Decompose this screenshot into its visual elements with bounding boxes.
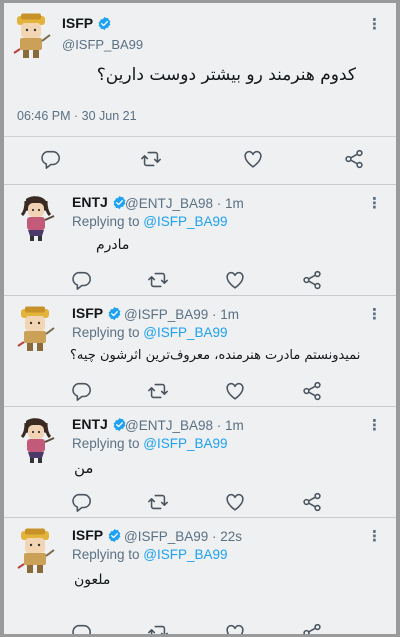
replying-to: Replying to @ISFP_BA99 [72, 325, 228, 340]
retweet-icon[interactable] [147, 491, 169, 513]
tweet-handle-time[interactable]: @ISFP_BA99 · 22s [124, 529, 242, 544]
avatar[interactable] [16, 528, 56, 574]
like-icon[interactable] [224, 269, 246, 291]
tweet-timestamp[interactable]: 06:46 PM · 30 Jun 21 [17, 109, 137, 123]
display-name[interactable]: ISFP [72, 305, 103, 321]
share-icon[interactable] [301, 380, 323, 402]
tweet-handle-time[interactable]: @ISFP_BA99 · 1m [124, 307, 239, 322]
tweet-author-name[interactable]: ENTJ [72, 194, 127, 210]
like-icon[interactable] [224, 380, 246, 402]
replying-to-handle-link[interactable]: @ISFP_BA99 [143, 214, 227, 229]
more-icon[interactable]: ⋮ [367, 529, 382, 544]
verified-icon [97, 16, 112, 31]
replying-to: Replying to @ISFP_BA99 [72, 214, 228, 229]
twitter-thread-screenshot: ISFP @ISFP_BA99 ⋮ کدوم هنرمند رو بیشتر د… [4, 3, 396, 634]
replying-to: Replying to @ISFP_BA99 [72, 436, 228, 451]
tweet-handle[interactable]: @ISFP_BA99 [62, 37, 143, 52]
avatar[interactable] [16, 417, 56, 463]
replying-to-label: Replying to [72, 325, 144, 340]
display-name[interactable]: ISFP [62, 15, 93, 31]
tweet-handle-time[interactable]: @ENTJ_BA98 · 1m [125, 418, 244, 433]
tweet-text: نمیدونستم مادرت هنرمنده، معروف‌ترین اثرش… [70, 348, 361, 363]
like-icon[interactable] [224, 491, 246, 513]
retweet-icon[interactable] [140, 148, 162, 170]
tweet-handle-time[interactable]: @ENTJ_BA98 · 1m [125, 196, 244, 211]
tweet-text: من [74, 459, 94, 477]
verified-icon [107, 528, 122, 543]
tweet-actions [4, 622, 396, 634]
tweet-text: مادرم [96, 237, 130, 253]
tweet-text: ملعون [74, 572, 111, 588]
display-name[interactable]: ENTJ [72, 194, 108, 210]
share-icon[interactable] [343, 148, 365, 170]
reply-tweet: ISFP @ISFP_BA99 · 22s ⋮ Replying to @ISF… [4, 518, 396, 634]
replying-to: Replying to @ISFP_BA99 [72, 547, 228, 562]
more-icon[interactable]: ⋮ [367, 418, 382, 433]
divider [4, 136, 396, 137]
tweet-author-name[interactable]: ISFP [72, 305, 122, 321]
avatar[interactable] [12, 13, 52, 59]
retweet-icon[interactable] [147, 622, 169, 634]
reply-tweet: ENTJ @ENTJ_BA98 · 1m ⋮ Replying to @ISFP… [4, 407, 396, 518]
reply-icon[interactable] [70, 380, 92, 402]
tweet-author-name[interactable]: ENTJ [72, 416, 127, 432]
tweet-actions [4, 148, 396, 172]
reply-icon[interactable] [39, 148, 61, 170]
like-icon[interactable] [224, 622, 246, 634]
replying-to-handle-link[interactable]: @ISFP_BA99 [143, 325, 227, 340]
tweet-text: کدوم هنرمند رو بیشتر دوست دارین؟ [96, 65, 356, 85]
tweet-author-name[interactable]: ISFP [62, 15, 112, 31]
reply-icon[interactable] [70, 491, 92, 513]
tweet-author-name[interactable]: ISFP [72, 527, 122, 543]
display-name[interactable]: ENTJ [72, 416, 108, 432]
replying-to-label: Replying to [72, 214, 144, 229]
retweet-icon[interactable] [147, 380, 169, 402]
like-icon[interactable] [242, 148, 264, 170]
reply-tweet: ENTJ @ENTJ_BA98 · 1m ⋮ Replying to @ISFP… [4, 185, 396, 296]
more-icon[interactable]: ⋮ [367, 307, 382, 322]
share-icon[interactable] [301, 622, 323, 634]
more-icon[interactable]: ⋮ [367, 196, 382, 211]
display-name[interactable]: ISFP [72, 527, 103, 543]
replying-to-handle-link[interactable]: @ISFP_BA99 [143, 436, 227, 451]
reply-icon[interactable] [70, 622, 92, 634]
tweet-actions [4, 269, 396, 293]
avatar[interactable] [16, 306, 56, 352]
reply-icon[interactable] [70, 269, 92, 291]
replying-to-handle-link[interactable]: @ISFP_BA99 [143, 547, 227, 562]
share-icon[interactable] [301, 269, 323, 291]
verified-icon [107, 306, 122, 321]
retweet-icon[interactable] [147, 269, 169, 291]
replying-to-label: Replying to [72, 436, 144, 451]
share-icon[interactable] [301, 491, 323, 513]
more-icon[interactable]: ⋮ [367, 17, 382, 32]
main-tweet: ISFP @ISFP_BA99 ⋮ کدوم هنرمند رو بیشتر د… [4, 3, 396, 185]
avatar[interactable] [16, 195, 56, 241]
tweet-actions [4, 380, 396, 404]
reply-tweet: ISFP @ISFP_BA99 · 1m ⋮ Replying to @ISFP… [4, 296, 396, 407]
tweet-actions [4, 491, 396, 515]
replying-to-label: Replying to [72, 547, 144, 562]
